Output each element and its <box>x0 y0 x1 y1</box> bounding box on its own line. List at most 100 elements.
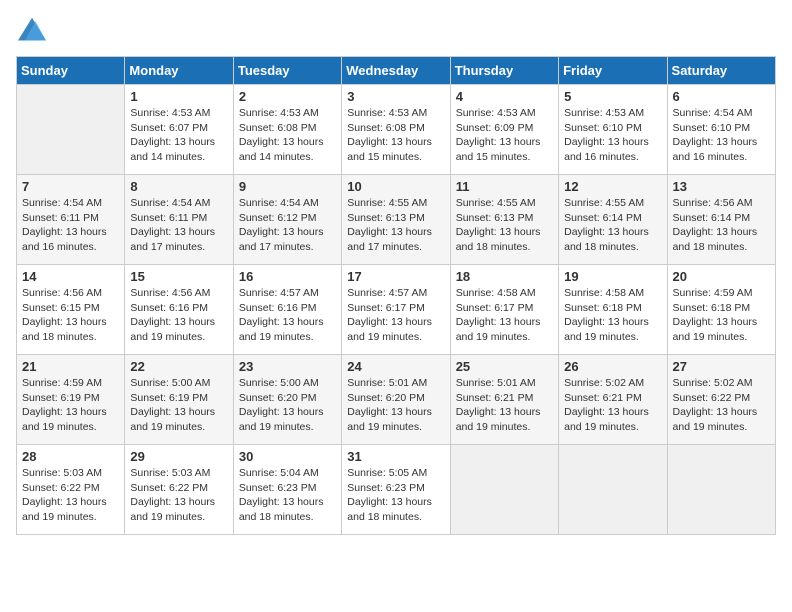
calendar-week-row: 1 Sunrise: 4:53 AMSunset: 6:07 PMDaylight… <box>17 85 776 175</box>
day-info: Sunrise: 4:59 AMSunset: 6:18 PMDaylight:… <box>673 287 758 343</box>
calendar-week-row: 28 Sunrise: 5:03 AMSunset: 6:22 PMDayligh… <box>17 445 776 535</box>
day-number: 30 <box>239 449 336 464</box>
calendar-table: SundayMondayTuesdayWednesdayThursdayFrid… <box>16 56 776 535</box>
logo <box>16 16 52 44</box>
day-info: Sunrise: 5:01 AMSunset: 6:20 PMDaylight:… <box>347 377 432 433</box>
calendar-day-cell: 18 Sunrise: 4:58 AMSunset: 6:17 PMDayligh… <box>450 265 558 355</box>
day-number: 7 <box>22 179 119 194</box>
calendar-day-cell: 8 Sunrise: 4:54 AMSunset: 6:11 PMDaylight… <box>125 175 233 265</box>
calendar-day-cell: 6 Sunrise: 4:54 AMSunset: 6:10 PMDaylight… <box>667 85 775 175</box>
day-number: 11 <box>456 179 553 194</box>
calendar-body: 1 Sunrise: 4:53 AMSunset: 6:07 PMDaylight… <box>17 85 776 535</box>
calendar-day-cell: 2 Sunrise: 4:53 AMSunset: 6:08 PMDaylight… <box>233 85 341 175</box>
day-number: 8 <box>130 179 227 194</box>
calendar-day-cell <box>17 85 125 175</box>
day-info: Sunrise: 4:54 AMSunset: 6:11 PMDaylight:… <box>22 197 107 253</box>
day-number: 1 <box>130 89 227 104</box>
calendar-day-cell: 4Sunrise: 4:53 AMSunset: 6:09 PMDaylight… <box>450 85 558 175</box>
calendar-day-cell: 1 Sunrise: 4:53 AMSunset: 6:07 PMDaylight… <box>125 85 233 175</box>
weekday-header-cell: Sunday <box>17 57 125 85</box>
calendar-day-cell: 5 Sunrise: 4:53 AMSunset: 6:10 PMDaylight… <box>559 85 667 175</box>
day-number: 23 <box>239 359 336 374</box>
calendar-day-cell: 23Sunrise: 5:00 AMSunset: 6:20 PMDayligh… <box>233 355 341 445</box>
weekday-header-cell: Monday <box>125 57 233 85</box>
day-number: 5 <box>564 89 661 104</box>
weekday-header-row: SundayMondayTuesdayWednesdayThursdayFrid… <box>17 57 776 85</box>
day-number: 18 <box>456 269 553 284</box>
day-info: Sunrise: 4:53 AMSunset: 6:08 PMDaylight:… <box>347 107 432 163</box>
calendar-week-row: 14Sunrise: 4:56 AMSunset: 6:15 PMDayligh… <box>17 265 776 355</box>
calendar-week-row: 21 Sunrise: 4:59 AMSunset: 6:19 PMDayligh… <box>17 355 776 445</box>
day-info: Sunrise: 4:58 AMSunset: 6:18 PMDaylight:… <box>564 287 649 343</box>
calendar-day-cell: 10Sunrise: 4:55 AMSunset: 6:13 PMDayligh… <box>342 175 450 265</box>
calendar-day-cell: 24 Sunrise: 5:01 AMSunset: 6:20 PMDayligh… <box>342 355 450 445</box>
calendar-day-cell: 15 Sunrise: 4:56 AMSunset: 6:16 PMDayligh… <box>125 265 233 355</box>
day-info: Sunrise: 4:59 AMSunset: 6:19 PMDaylight:… <box>22 377 107 433</box>
day-info: Sunrise: 4:54 AMSunset: 6:10 PMDaylight:… <box>673 107 758 163</box>
calendar-week-row: 7 Sunrise: 4:54 AMSunset: 6:11 PMDaylight… <box>17 175 776 265</box>
weekday-header-cell: Thursday <box>450 57 558 85</box>
day-info: Sunrise: 4:54 AMSunset: 6:11 PMDaylight:… <box>130 197 215 253</box>
page-header <box>16 16 776 44</box>
day-number: 19 <box>564 269 661 284</box>
logo-icon <box>16 16 48 44</box>
day-info: Sunrise: 5:01 AMSunset: 6:21 PMDaylight:… <box>456 377 541 433</box>
day-number: 15 <box>130 269 227 284</box>
day-number: 29 <box>130 449 227 464</box>
calendar-day-cell: 11 Sunrise: 4:55 AMSunset: 6:13 PMDayligh… <box>450 175 558 265</box>
day-info: Sunrise: 5:02 AMSunset: 6:22 PMDaylight:… <box>673 377 758 433</box>
calendar-day-cell: 12 Sunrise: 4:55 AMSunset: 6:14 PMDayligh… <box>559 175 667 265</box>
day-info: Sunrise: 4:53 AMSunset: 6:10 PMDaylight:… <box>564 107 649 163</box>
day-number: 28 <box>22 449 119 464</box>
calendar-day-cell: 9Sunrise: 4:54 AMSunset: 6:12 PMDaylight… <box>233 175 341 265</box>
day-info: Sunrise: 4:56 AMSunset: 6:16 PMDaylight:… <box>130 287 215 343</box>
day-info: Sunrise: 4:57 AMSunset: 6:16 PMDaylight:… <box>239 287 324 343</box>
calendar-day-cell <box>667 445 775 535</box>
day-info: Sunrise: 4:57 AMSunset: 6:17 PMDaylight:… <box>347 287 432 343</box>
day-number: 14 <box>22 269 119 284</box>
day-number: 6 <box>673 89 770 104</box>
day-number: 13 <box>673 179 770 194</box>
day-info: Sunrise: 5:05 AMSunset: 6:23 PMDaylight:… <box>347 467 432 523</box>
calendar-day-cell: 21 Sunrise: 4:59 AMSunset: 6:19 PMDayligh… <box>17 355 125 445</box>
calendar-day-cell: 28Sunrise: 5:03 AMSunset: 6:22 PMDayligh… <box>17 445 125 535</box>
day-number: 21 <box>22 359 119 374</box>
calendar-day-cell: 14Sunrise: 4:56 AMSunset: 6:15 PMDayligh… <box>17 265 125 355</box>
calendar-day-cell: 27Sunrise: 5:02 AMSunset: 6:22 PMDayligh… <box>667 355 775 445</box>
calendar-day-cell: 31Sunrise: 5:05 AMSunset: 6:23 PMDayligh… <box>342 445 450 535</box>
weekday-header-cell: Tuesday <box>233 57 341 85</box>
day-number: 2 <box>239 89 336 104</box>
calendar-day-cell: 29 Sunrise: 5:03 AMSunset: 6:22 PMDayligh… <box>125 445 233 535</box>
calendar-day-cell: 30 Sunrise: 5:04 AMSunset: 6:23 PMDayligh… <box>233 445 341 535</box>
weekday-header-cell: Wednesday <box>342 57 450 85</box>
day-info: Sunrise: 4:53 AMSunset: 6:08 PMDaylight:… <box>239 107 324 163</box>
day-number: 20 <box>673 269 770 284</box>
calendar-day-cell: 22Sunrise: 5:00 AMSunset: 6:19 PMDayligh… <box>125 355 233 445</box>
day-info: Sunrise: 4:53 AMSunset: 6:09 PMDaylight:… <box>456 107 541 163</box>
day-number: 26 <box>564 359 661 374</box>
day-number: 16 <box>239 269 336 284</box>
day-number: 12 <box>564 179 661 194</box>
day-info: Sunrise: 4:53 AMSunset: 6:07 PMDaylight:… <box>130 107 215 163</box>
day-number: 25 <box>456 359 553 374</box>
calendar-day-cell: 3Sunrise: 4:53 AMSunset: 6:08 PMDaylight… <box>342 85 450 175</box>
calendar-day-cell: 16 Sunrise: 4:57 AMSunset: 6:16 PMDayligh… <box>233 265 341 355</box>
calendar-day-cell: 20 Sunrise: 4:59 AMSunset: 6:18 PMDayligh… <box>667 265 775 355</box>
day-number: 17 <box>347 269 444 284</box>
day-info: Sunrise: 4:56 AMSunset: 6:14 PMDaylight:… <box>673 197 758 253</box>
calendar-day-cell: 19 Sunrise: 4:58 AMSunset: 6:18 PMDayligh… <box>559 265 667 355</box>
weekday-header-cell: Friday <box>559 57 667 85</box>
day-info: Sunrise: 5:00 AMSunset: 6:19 PMDaylight:… <box>130 377 215 433</box>
weekday-header-cell: Saturday <box>667 57 775 85</box>
day-info: Sunrise: 4:55 AMSunset: 6:14 PMDaylight:… <box>564 197 649 253</box>
day-number: 24 <box>347 359 444 374</box>
day-info: Sunrise: 4:55 AMSunset: 6:13 PMDaylight:… <box>456 197 541 253</box>
calendar-day-cell: 17 Sunrise: 4:57 AMSunset: 6:17 PMDayligh… <box>342 265 450 355</box>
calendar-day-cell: 7 Sunrise: 4:54 AMSunset: 6:11 PMDaylight… <box>17 175 125 265</box>
calendar-day-cell <box>559 445 667 535</box>
day-info: Sunrise: 5:04 AMSunset: 6:23 PMDaylight:… <box>239 467 324 523</box>
calendar-day-cell <box>450 445 558 535</box>
day-info: Sunrise: 5:03 AMSunset: 6:22 PMDaylight:… <box>130 467 215 523</box>
day-info: Sunrise: 5:02 AMSunset: 6:21 PMDaylight:… <box>564 377 649 433</box>
day-info: Sunrise: 4:58 AMSunset: 6:17 PMDaylight:… <box>456 287 541 343</box>
